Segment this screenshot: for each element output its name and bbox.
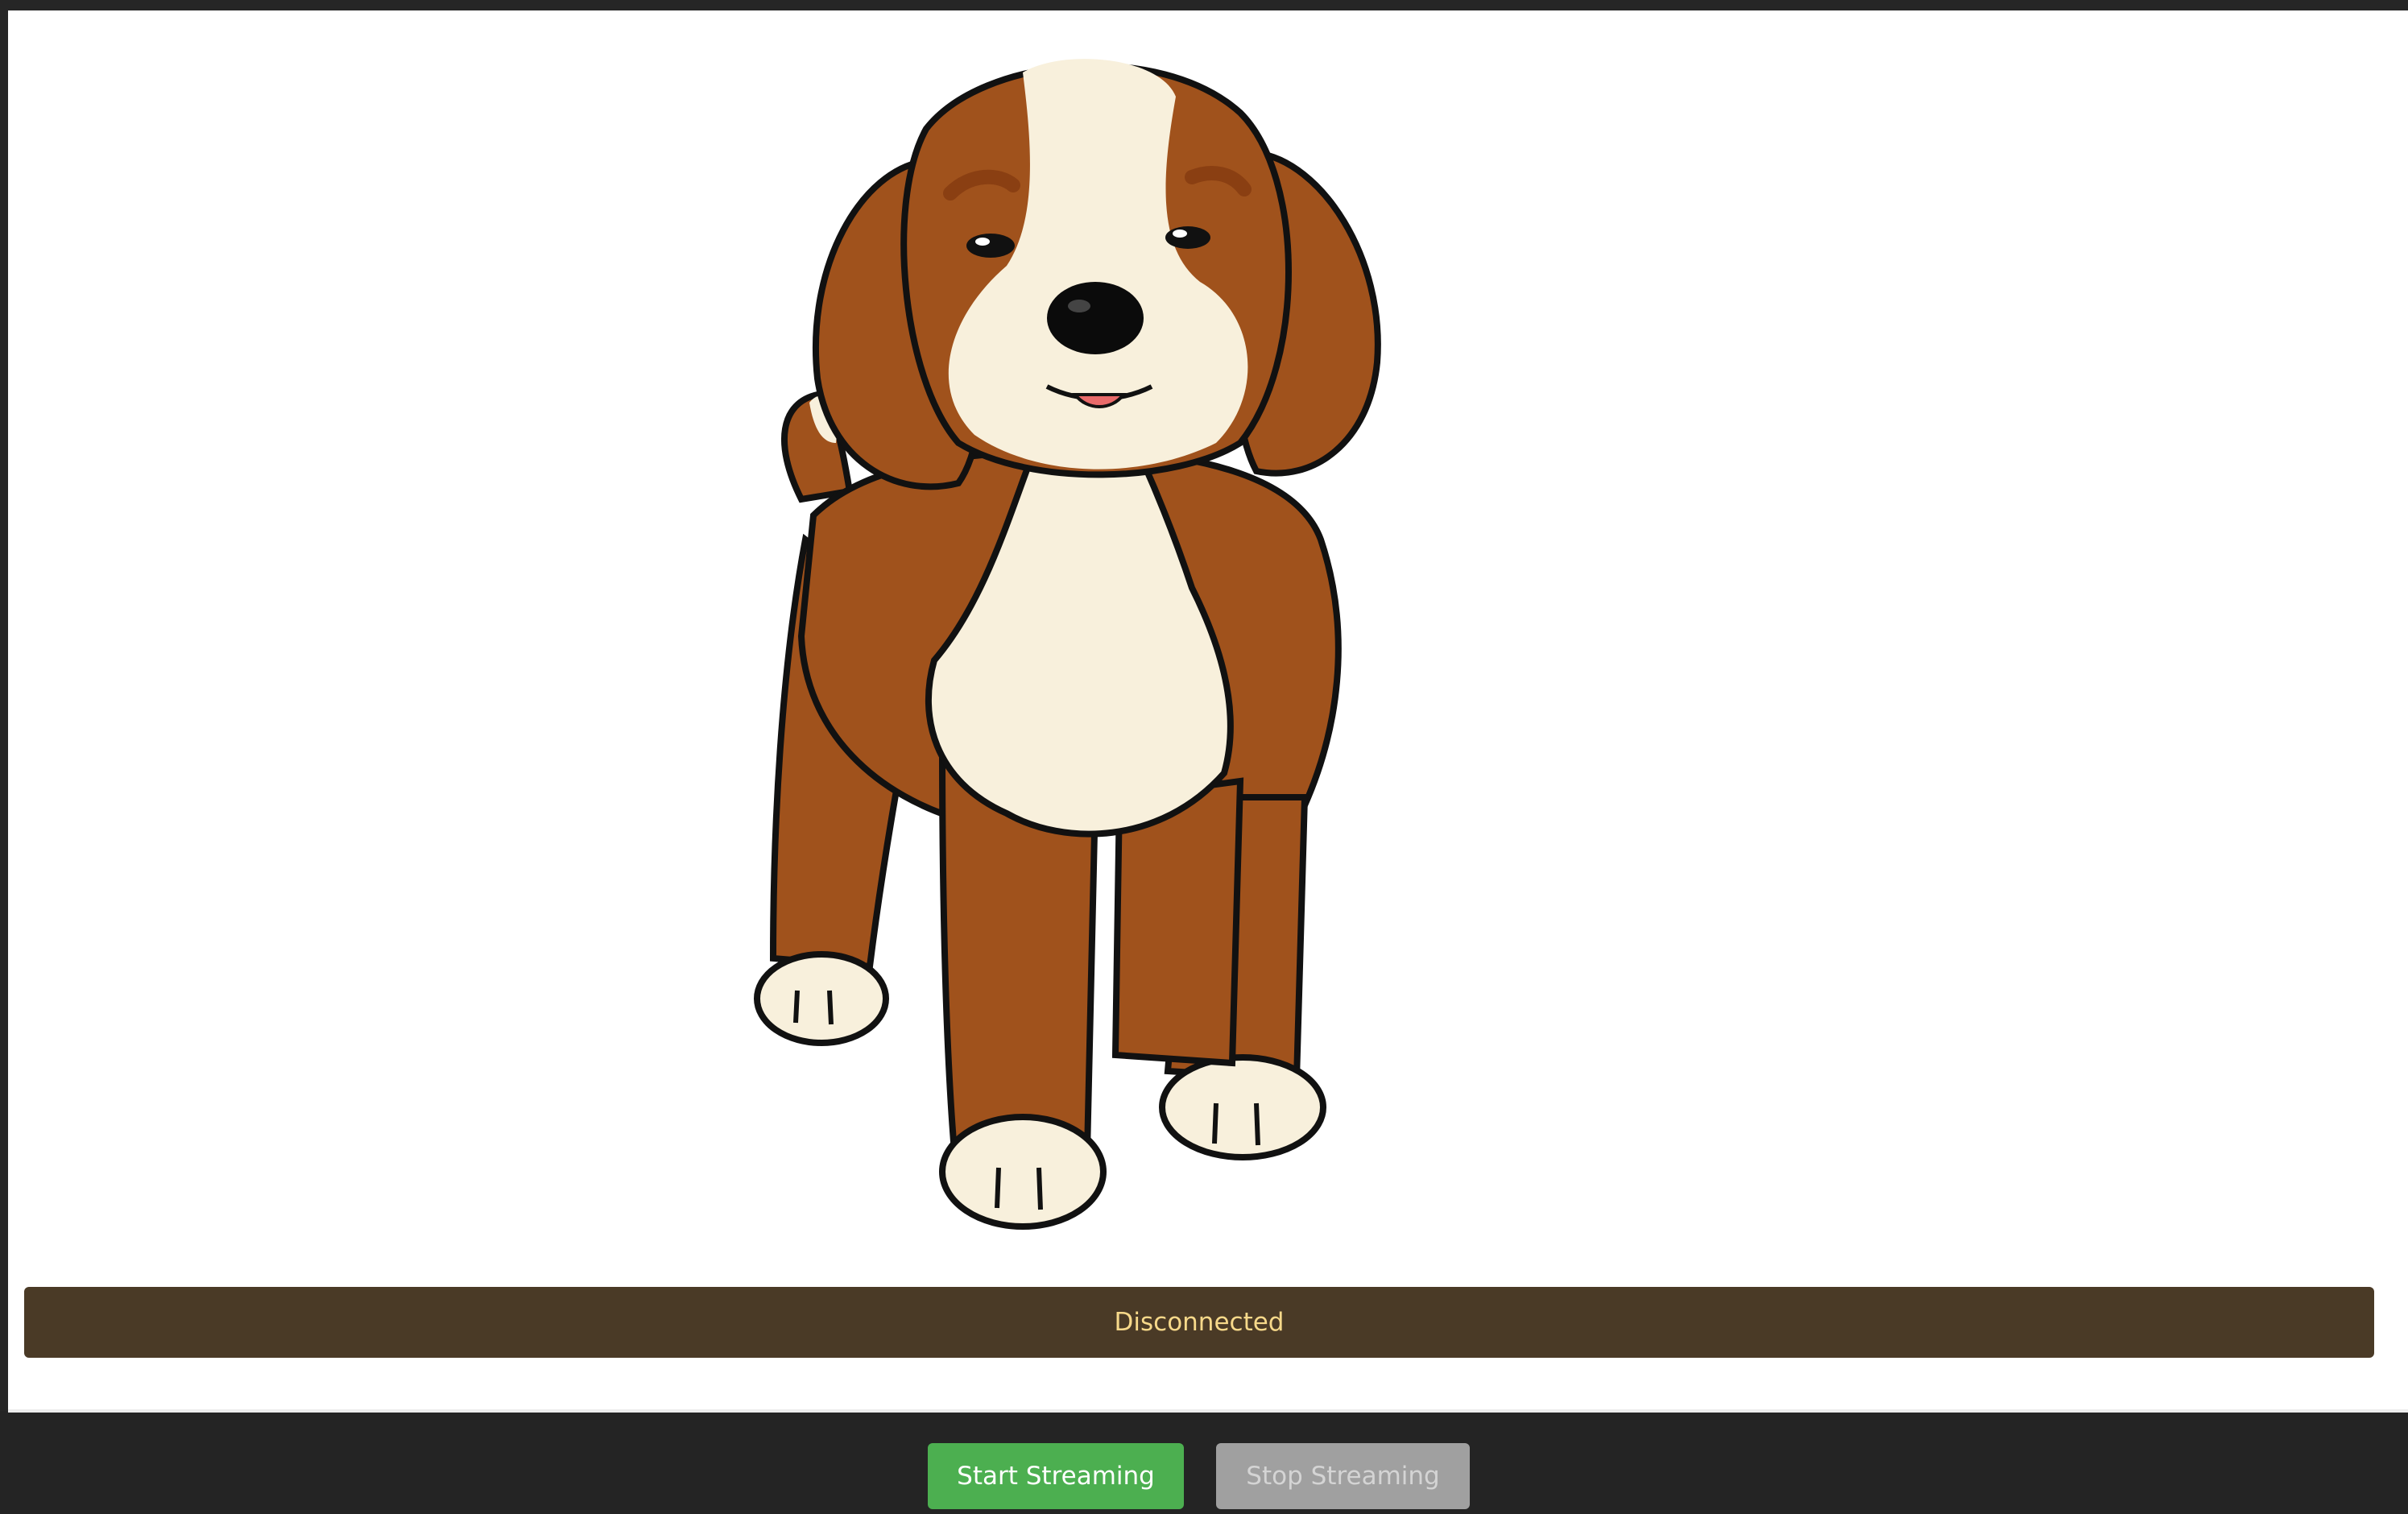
eye-left: [966, 234, 1015, 258]
nose-glint: [1068, 300, 1090, 312]
controls-bar: [0, 1413, 2408, 1514]
stop-streaming-button[interactable]: Stop Streaming: [1216, 1443, 1470, 1509]
back-paw-right: [1159, 1054, 1326, 1160]
connection-status-bar: Disconnected: [24, 1287, 2374, 1358]
eye-right: [1165, 226, 1210, 249]
connection-status-text: Disconnected: [1114, 1308, 1285, 1337]
window-top-bar: [0, 0, 2408, 10]
video-frame: [741, 24, 1450, 1248]
eye-right-glint: [1173, 230, 1187, 238]
front-paw-left: [939, 1114, 1107, 1230]
window-left-bar: [0, 0, 8, 1411]
puppy-illustration: [754, 59, 1381, 1230]
nose: [1047, 282, 1144, 354]
start-streaming-button[interactable]: Start Streaming: [928, 1443, 1184, 1509]
eye-left-glint: [975, 238, 990, 246]
back-paw-left: [754, 951, 889, 1046]
